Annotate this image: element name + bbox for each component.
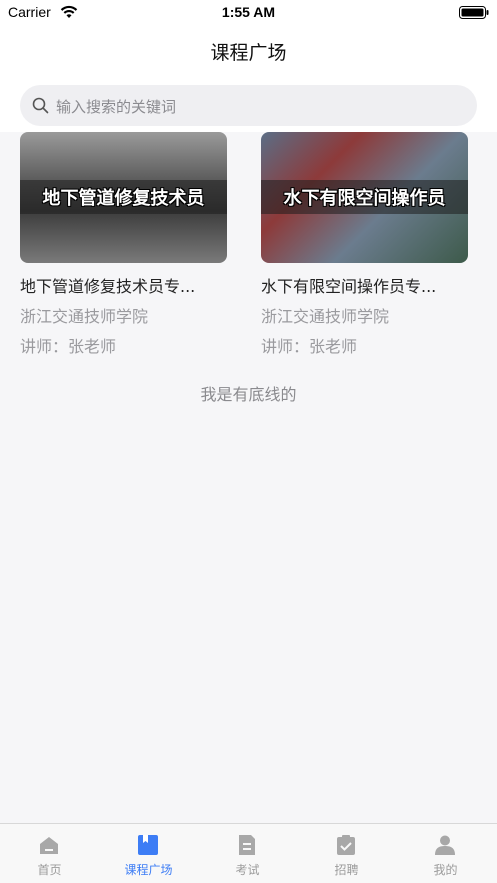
home-icon [40,837,58,854]
tab-bar: 首页 课程广场 考试 招聘 我的 [0,823,497,883]
navigation-bar: 课程广场 [0,26,497,76]
tab-home[interactable]: 首页 [0,824,99,883]
tab-label: 考试 [235,863,260,877]
course-teacher: 讲师：张老师 [20,337,117,356]
book-icon [138,835,158,855]
list-end-message: 我是有底线的 [200,385,297,404]
tab-label: 我的 [433,863,458,877]
clipboard-check-icon [337,835,355,855]
course-card[interactable]: 水下有限空间操作员 水下有限空间操作员专... 浙江交通技师学院 讲师：张老师 [261,132,469,357]
course-thumbnail[interactable]: 地下管道修复技术员 [20,132,227,263]
search-area: 输入搜索的关键词 [0,76,497,132]
course-thumbnail[interactable]: 水下有限空间操作员 [261,132,468,263]
course-card[interactable]: 地下管道修复技术员 地下管道修复技术员专... 浙江交通技师学院 讲师：张老师 [20,132,228,357]
course-teacher: 讲师：张老师 [261,337,358,356]
course-title[interactable]: 水下有限空间操作员专... [261,273,469,297]
tab-label: 招聘 [334,863,359,877]
tab-profile[interactable]: 我的 [396,824,495,883]
page-title: 课程广场 [210,42,287,64]
course-title[interactable]: 地下管道修复技术员专... [20,273,228,297]
thumbnail-caption: 水下有限空间操作员 [283,188,446,209]
thumbnail-caption: 地下管道修复技术员 [42,188,205,209]
user-icon [435,835,455,855]
status-bar: Carrier 1:55 AM [0,0,497,26]
battery-icon [459,6,489,19]
tab-label: 首页 [37,863,62,877]
course-school: 浙江交通技师学院 [20,307,149,326]
search-icon [32,97,49,114]
status-time: 1:55 AM [221,4,276,20]
tab-exam[interactable]: 考试 [198,824,297,883]
exam-icon [239,835,255,855]
search-placeholder: 输入搜索的关键词 [56,98,177,116]
search-input[interactable]: 输入搜索的关键词 [20,85,477,126]
tab-course-square[interactable]: 课程广场 [99,824,198,883]
tab-recruitment[interactable]: 招聘 [297,824,396,883]
tab-label: 课程广场 [124,863,173,877]
course-school: 浙江交通技师学院 [261,307,390,326]
